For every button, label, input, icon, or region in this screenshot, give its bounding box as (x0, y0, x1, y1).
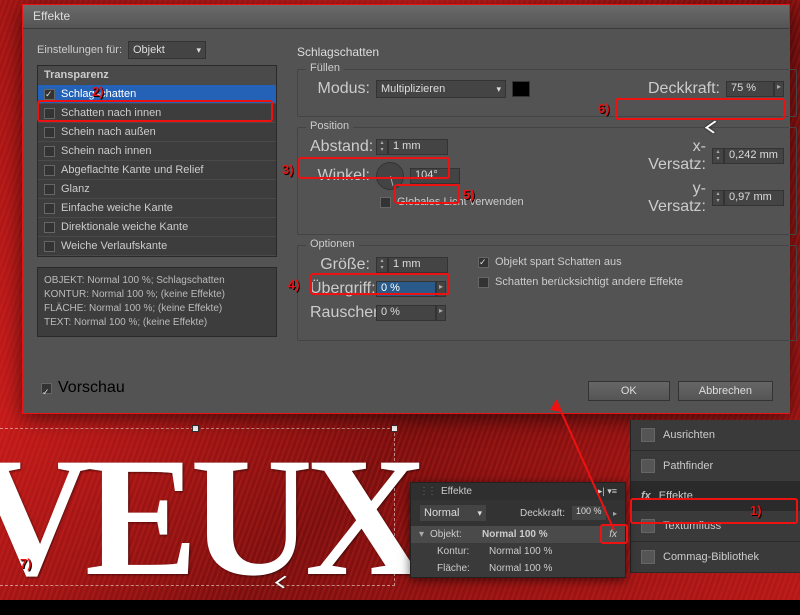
checkbox-icon[interactable] (44, 89, 55, 100)
handle-ne[interactable] (391, 425, 398, 432)
fx-deck-input[interactable]: 100 % (571, 505, 607, 521)
andere-label: Schatten berücksichtigt andere Effekte (495, 276, 683, 288)
panel-effekte[interactable]: fxEffekte (631, 482, 800, 511)
align-icon (641, 428, 655, 442)
settings-for-label: Einstellungen für: (37, 44, 122, 56)
fx-mode-select[interactable]: Normal (419, 504, 487, 522)
fx-row-flaeche[interactable]: Fläche:Normal 100 % (411, 560, 625, 577)
checkbox-icon[interactable] (44, 127, 55, 138)
effects-dialog: Effekte Einstellungen für: Objekt Transp… (22, 4, 790, 414)
uebergriff-label: Übergriff: (310, 280, 370, 298)
fx-deck-label: Deckkraft: (520, 508, 565, 519)
fx-panel-tab[interactable]: ⋮⋮Effekte▸| ▾≡ (411, 483, 625, 500)
library-icon (641, 550, 655, 564)
group-label: Optionen (306, 238, 359, 250)
group-fill: Füllen Modus: Multiplizieren Deckkraft: … (297, 69, 797, 117)
pathfinder-icon (641, 459, 655, 473)
globales-label: Globales Licht verwenden (397, 196, 524, 208)
checkbox-icon[interactable] (44, 241, 55, 252)
effect-item[interactable]: Schein nach außen (38, 123, 276, 142)
effect-item[interactable]: Schatten nach innen (38, 104, 276, 123)
abstand-label: Abstand: (310, 138, 370, 156)
spart-label: Objekt spart Schatten aus (495, 256, 622, 268)
effect-item[interactable]: Abgeflachte Kante und Relief (38, 161, 276, 180)
vorschau-checkbox[interactable]: Vorschau (41, 379, 125, 397)
info-box: OBJEKT: Normal 100 %; Schlagschatten KON… (37, 267, 277, 337)
panel-pathfinder[interactable]: Pathfinder (631, 451, 800, 482)
abstand-input[interactable]: ▴▾1 mm (376, 139, 448, 155)
angle-dial[interactable] (376, 162, 404, 190)
section-title: Schlagschatten (297, 45, 797, 59)
xversatz-label: x-Versatz: (646, 138, 706, 174)
checkbox-icon[interactable] (44, 146, 55, 157)
fx-row-objekt[interactable]: ▾Objekt:Normal 100 %fx (411, 526, 625, 543)
fx-floating-panel: ⋮⋮Effekte▸| ▾≡ Normal Deckkraft: 100 %▸ … (410, 482, 626, 578)
effect-item[interactable]: Glanz (38, 180, 276, 199)
checkbox-icon[interactable] (44, 222, 55, 233)
checkbox-icon[interactable] (44, 108, 55, 119)
checkbox-icon[interactable] (380, 197, 391, 208)
checkbox-icon[interactable] (478, 257, 489, 268)
uebergriff-input[interactable]: 0 %▸ (376, 281, 446, 297)
groesse-label: Größe: (310, 256, 370, 274)
settings-for-select[interactable]: Objekt (128, 41, 206, 59)
modus-select[interactable]: Multiplizieren (376, 80, 506, 98)
ok-button[interactable]: OK (588, 381, 670, 401)
groesse-input[interactable]: ▴▾1 mm (376, 257, 448, 273)
effect-item[interactable]: Direktionale weiche Kante (38, 218, 276, 237)
group-label: Position (306, 120, 353, 132)
fx-icon: fx (641, 490, 651, 502)
checkbox-icon[interactable] (478, 277, 489, 288)
winkel-label: Winkel: (310, 167, 370, 185)
group-options: Optionen Größe: ▴▾1 mm Übergriff: 0 %▸ R… (297, 245, 797, 341)
deckkraft-input[interactable]: 75 %▸ (726, 81, 784, 97)
effect-item[interactable]: Weiche Verlaufskante (38, 237, 276, 256)
color-swatch[interactable] (512, 81, 530, 97)
cancel-button[interactable]: Abbrechen (678, 381, 773, 401)
yversatz-input[interactable]: ▴▾0,97 mm (712, 190, 784, 206)
yversatz-label: y-Versatz: (646, 180, 706, 216)
rauschen-input[interactable]: 0 %▸ (376, 305, 446, 321)
checkbox-icon[interactable] (44, 203, 55, 214)
handle-n[interactable] (192, 425, 199, 432)
effect-item[interactable]: Schein nach innen (38, 142, 276, 161)
xversatz-input[interactable]: ▴▾0,242 mm (712, 148, 784, 164)
effect-item-schlagschatten[interactable]: Schlagschatten (38, 85, 276, 104)
deckkraft-label: Deckkraft: (648, 80, 720, 98)
rauschen-label: Rauschen: (310, 304, 370, 322)
effect-item[interactable]: Einfache weiche Kante (38, 199, 276, 218)
selection-frame[interactable] (0, 428, 395, 586)
textwrap-icon (641, 519, 655, 533)
fx-row-kontur[interactable]: Kontur:Normal 100 % (411, 543, 625, 560)
panel-textumfluss[interactable]: Textumfluss (631, 511, 800, 542)
panel-ausrichten[interactable]: Ausrichten (631, 420, 800, 451)
dialog-title: Effekte (23, 5, 789, 29)
checkbox-icon (41, 383, 52, 394)
checkbox-icon[interactable] (44, 184, 55, 195)
effects-list: Transparenz Schlagschatten Schatten nach… (37, 65, 277, 257)
panels: Ausrichten Pathfinder fxEffekte Textumfl… (630, 420, 800, 573)
group-position: Position Abstand: ▴▾1 mm Winkel: 104° Gl… (297, 127, 797, 235)
group-label: Füllen (306, 62, 344, 74)
checkbox-icon[interactable] (44, 165, 55, 176)
panel-commag[interactable]: Commag-Bibliothek (631, 542, 800, 573)
effects-list-header: Transparenz (38, 66, 276, 85)
fx-icon[interactable]: fx (609, 529, 617, 540)
winkel-input[interactable]: 104° (410, 168, 460, 184)
modus-label: Modus: (310, 80, 370, 98)
